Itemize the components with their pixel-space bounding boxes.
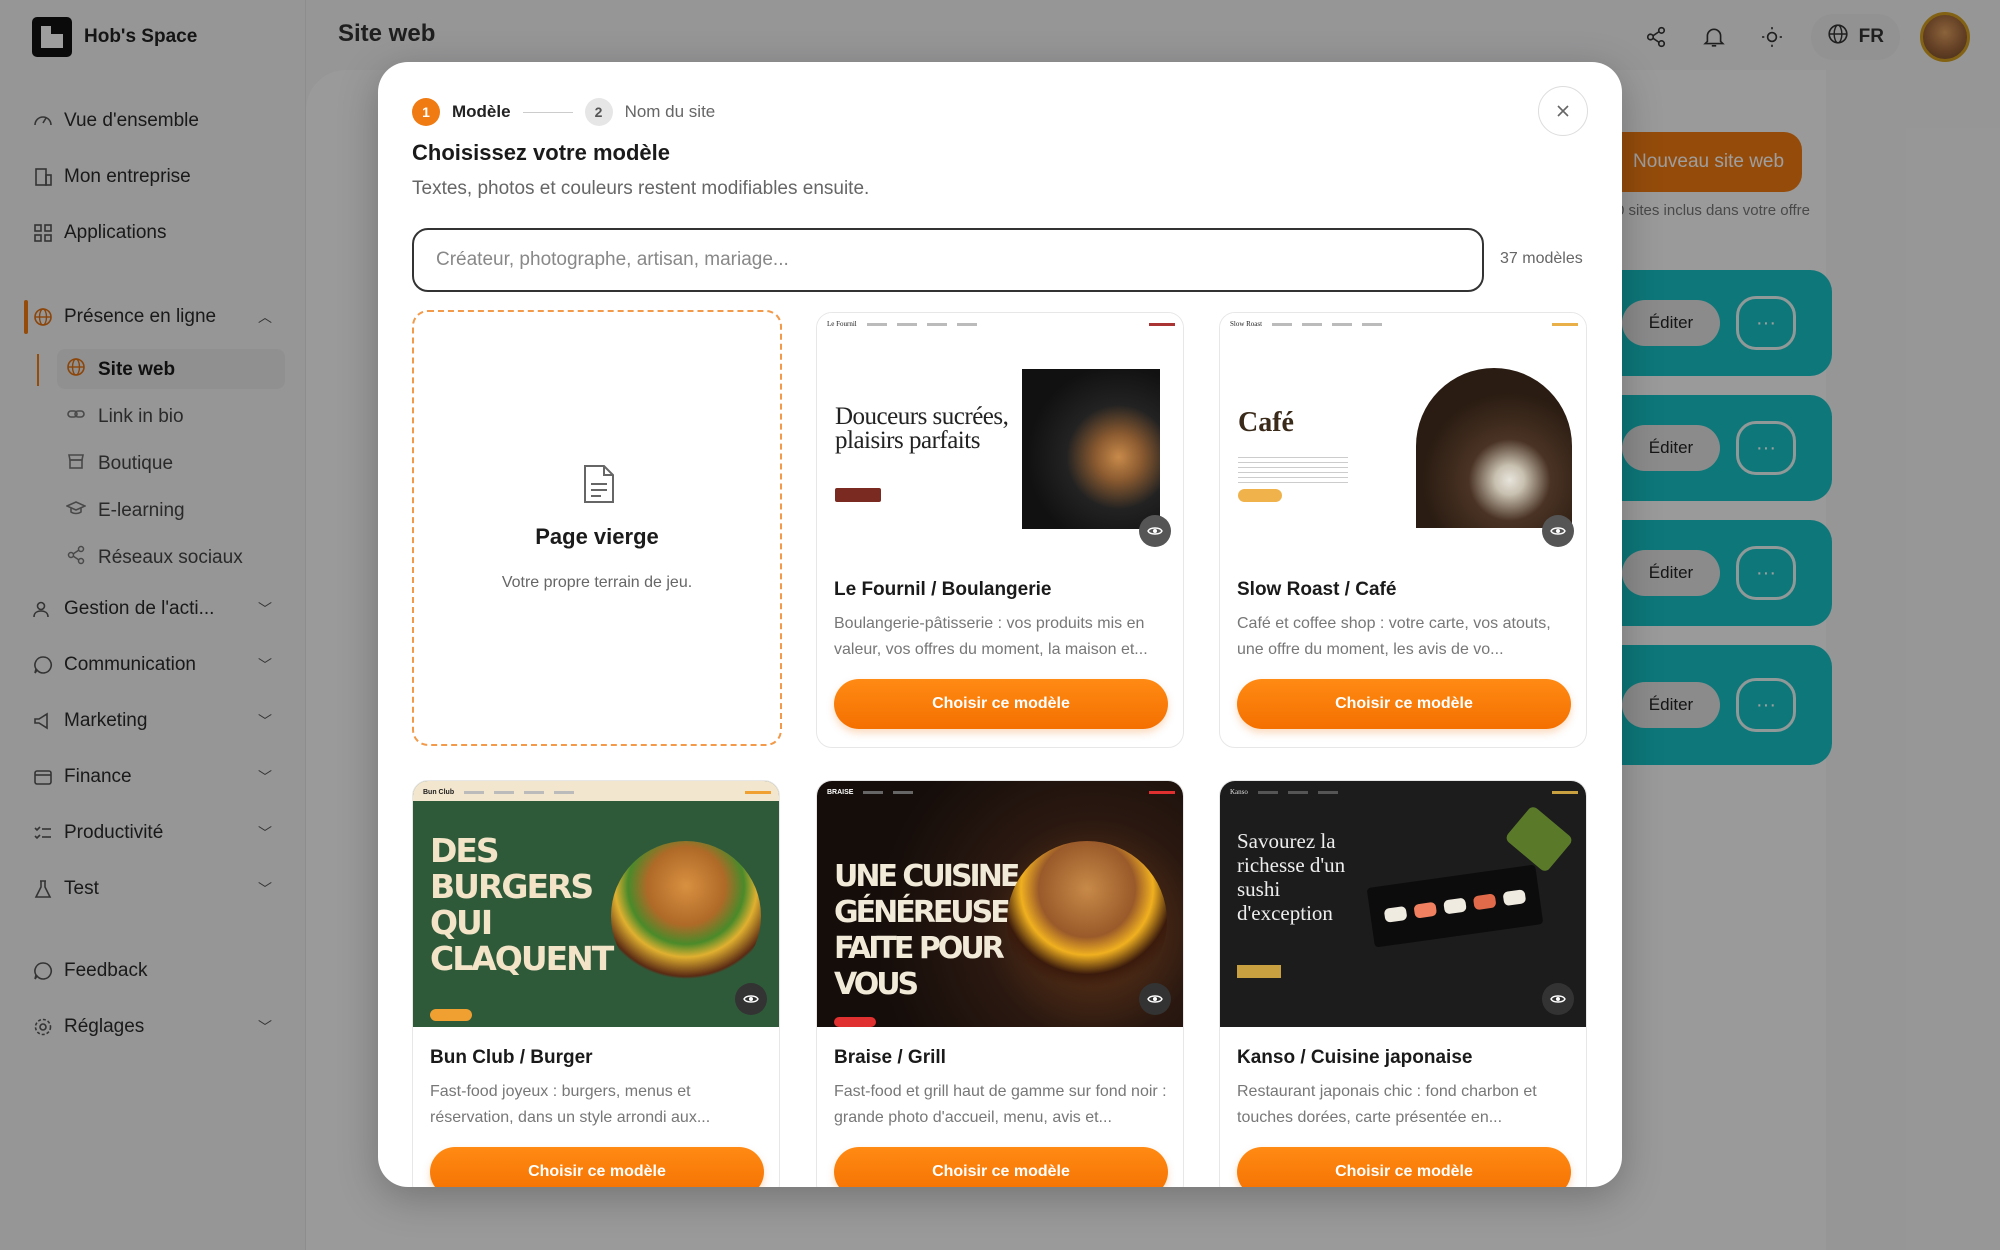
template-desc: Boulangerie-pâtisserie : vos produits mi… [834, 615, 1148, 658]
preview-cta [834, 1017, 876, 1027]
template-desc: Café et coffee shop : votre carte, vos a… [1237, 615, 1551, 658]
template-card[interactable]: Le Fournil Douceurs sucrées, plaisirs pa… [816, 312, 1184, 748]
modal-title: Choisissez votre modèle [412, 140, 670, 165]
choose-template-button[interactable]: Choisir ce modèle [834, 679, 1168, 729]
bread-image [1022, 369, 1160, 529]
choose-template-button[interactable]: Choisir ce modèle [1237, 679, 1571, 729]
preview-eye-icon[interactable] [1139, 515, 1171, 547]
preview-headline: Savourez la richesse d'un sushi d'except… [1237, 829, 1346, 925]
preview-nav: Bun Club [423, 787, 771, 797]
template-count: 37 modèles [1500, 250, 1583, 267]
preview-brand: Bun Club [423, 788, 455, 796]
preview-brand: Le Fournil [827, 320, 857, 328]
template-desc: Fast-food et grill haut de gamme sur fon… [834, 1083, 1167, 1126]
template-preview[interactable]: BRAISE UNE CUISINE GÉNÉREUSE, FAITE POUR… [817, 781, 1183, 1027]
stepper: 1 Modèle 2 Nom du site [412, 98, 715, 126]
template-desc: Restaurant japonais chic : fond charbon … [1237, 1083, 1537, 1126]
close-button[interactable] [1538, 86, 1588, 136]
preview-brand: Slow Roast [1230, 320, 1263, 328]
preview-eye-icon[interactable] [735, 983, 767, 1015]
preview-cta [1238, 489, 1282, 502]
template-card[interactable]: Kanso Savourez la richesse d'un sushi d'… [1219, 780, 1587, 1187]
preview-brand: Kanso [1230, 788, 1248, 796]
preview-cta [835, 488, 881, 502]
preview-nav: Le Fournil [827, 319, 1175, 329]
document-icon [582, 464, 616, 509]
template-card[interactable]: Slow Roast Café Slow Roast / Café Café e… [1219, 312, 1587, 748]
blank-template-card[interactable]: Page vierge Votre propre terrain de jeu. [412, 310, 782, 746]
preview-headline: Douceurs sucrées, plaisirs parfaits [835, 403, 1009, 454]
preview-cta [1237, 965, 1281, 978]
step-number: 2 [584, 98, 613, 126]
modal-subtitle: Textes, photos et couleurs restent modif… [412, 178, 870, 199]
template-preview[interactable]: Bun Club DES BURGERS QUI CLAQUENT [413, 781, 779, 1027]
preview-nav: BRAISE [827, 787, 1175, 797]
template-preview[interactable]: Le Fournil Douceurs sucrées, plaisirs pa… [817, 313, 1183, 559]
sushi-image [1366, 864, 1544, 948]
preview-text-lines [1238, 453, 1348, 483]
choose-template-button[interactable]: Choisir ce modèle [834, 1147, 1168, 1187]
blank-desc: Votre propre terrain de jeu. [501, 574, 693, 591]
step-label: Nom du site [624, 102, 716, 121]
template-preview[interactable]: Kanso Savourez la richesse d'un sushi d'… [1220, 781, 1586, 1027]
template-preview[interactable]: Slow Roast Café [1220, 313, 1586, 559]
step-divider [522, 111, 573, 113]
preview-brand: BRAISE [827, 788, 854, 796]
template-name: Kanso / Cuisine japonaise [1237, 1047, 1473, 1068]
choose-template-button[interactable]: Choisir ce modèle [1237, 1147, 1571, 1187]
template-modal: 1 Modèle 2 Nom du site Choisissez votre … [378, 62, 1622, 1187]
blank-title: Page vierge [535, 524, 659, 549]
preview-headline: Café [1238, 407, 1294, 438]
step-number: 1 [412, 98, 440, 126]
template-name: Bun Club / Burger [430, 1047, 593, 1068]
template-name: Braise / Grill [834, 1047, 946, 1068]
preview-eye-icon[interactable] [1139, 983, 1171, 1015]
template-name: Slow Roast / Café [1237, 579, 1397, 600]
preview-eye-icon[interactable] [1542, 983, 1574, 1015]
leaf-image [1504, 804, 1574, 874]
coffee-image [1416, 368, 1572, 528]
close-icon [1557, 105, 1569, 117]
template-card[interactable]: Bun Club DES BURGERS QUI CLAQUENT Bun Cl… [412, 780, 780, 1187]
preview-cta [430, 1009, 472, 1021]
burger-image [611, 841, 761, 991]
burger-image [1007, 841, 1167, 1001]
choose-template-button[interactable]: Choisir ce modèle [430, 1147, 764, 1187]
template-card[interactable]: BRAISE UNE CUISINE GÉNÉREUSE, FAITE POUR… [816, 780, 1184, 1187]
preview-eye-icon[interactable] [1542, 515, 1574, 547]
template-desc: Fast-food joyeux : burgers, menus et rés… [430, 1083, 711, 1126]
preview-nav: Kanso [1230, 787, 1578, 797]
step-label: Modèle [452, 102, 511, 121]
search-input[interactable] [412, 228, 1484, 292]
template-name: Le Fournil / Boulangerie [834, 579, 1052, 600]
preview-nav: Slow Roast [1230, 319, 1578, 329]
